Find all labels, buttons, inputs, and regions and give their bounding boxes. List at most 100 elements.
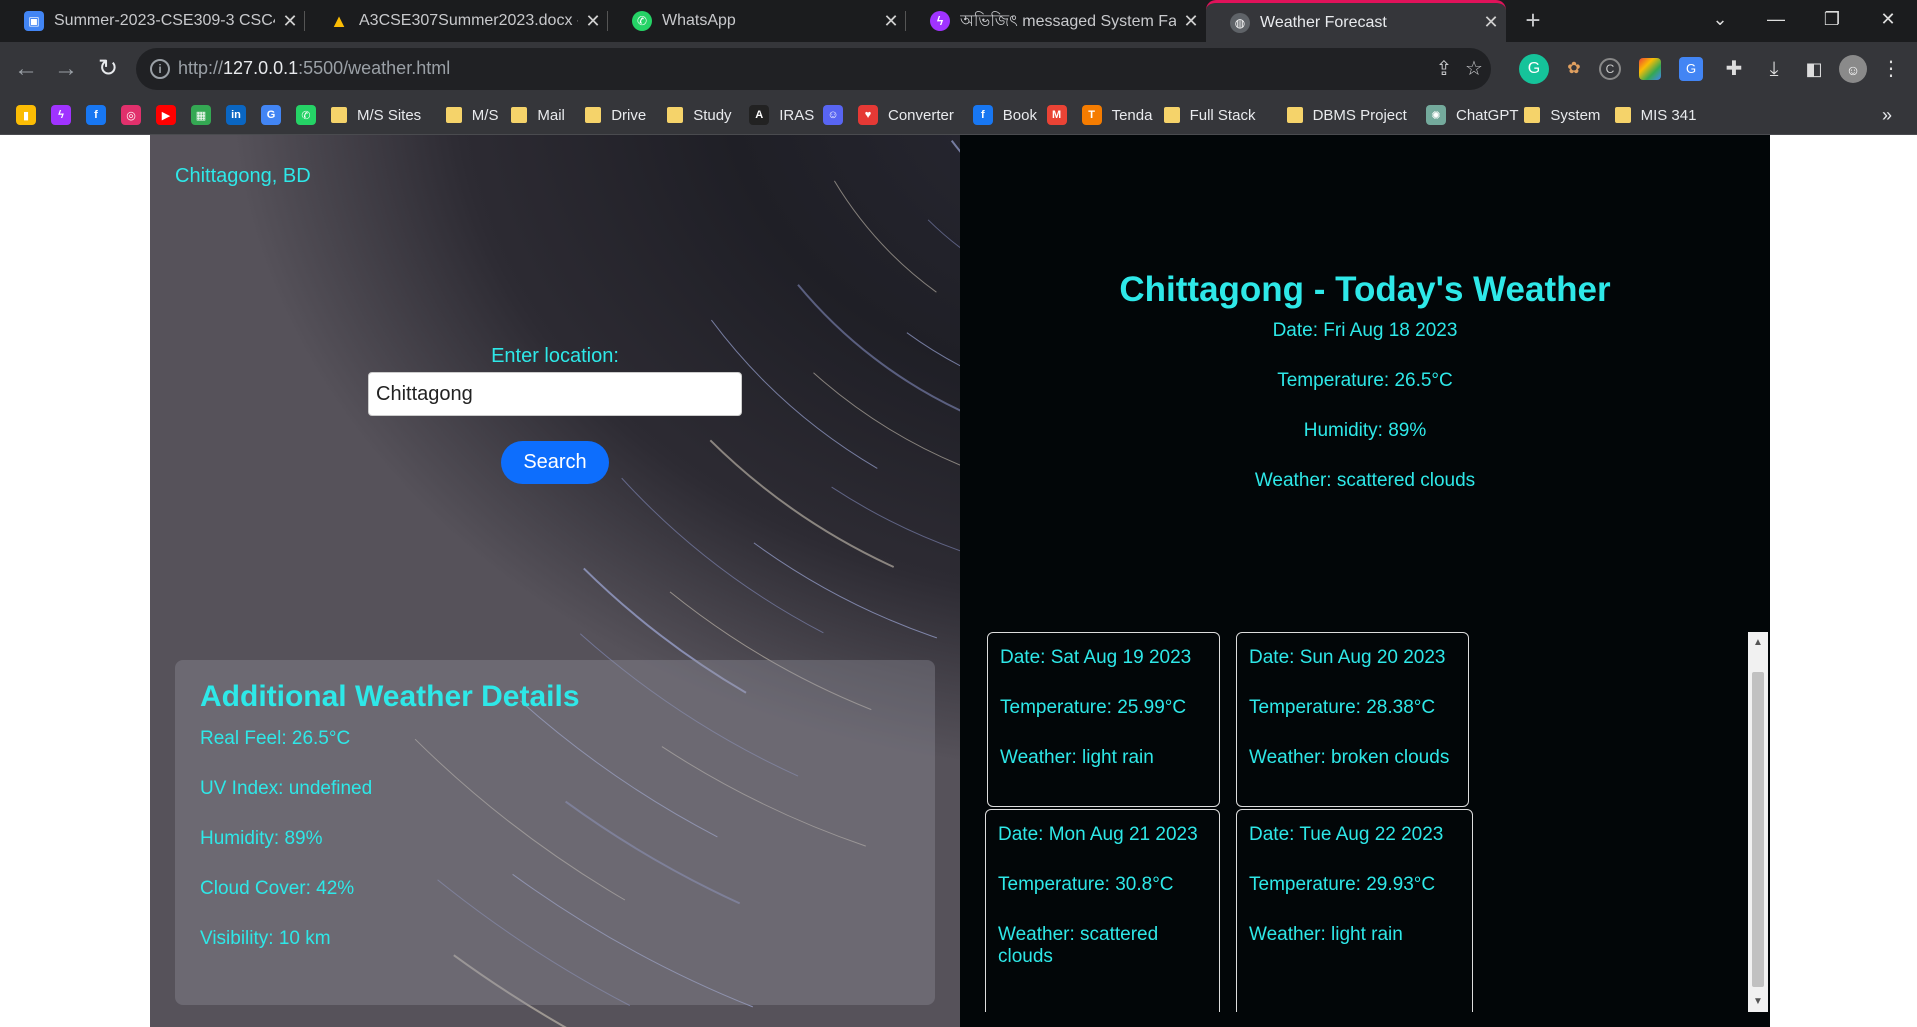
new-tab-button[interactable]: + xyxy=(1518,6,1548,36)
scrollbar-thumb[interactable] xyxy=(1752,672,1764,987)
tab-whatsapp[interactable]: ✆ WhatsApp ✕ xyxy=(608,0,906,42)
address-bar[interactable]: i http://127.0.0.1:5500/weather.html ⇪ ☆ xyxy=(136,48,1491,90)
tab-classroom[interactable]: ▣ Summer-2023-CSE309-3 CSC455 ✕ xyxy=(0,0,305,42)
forward-icon[interactable]: → xyxy=(50,54,82,86)
url-path: :5500/weather.html xyxy=(298,58,451,78)
download-icon[interactable]: ⤓ xyxy=(1759,54,1789,84)
bookmark-item[interactable]: Drive xyxy=(585,104,646,126)
forecast-temperature: Temperature: 25.99°C xyxy=(1000,697,1187,718)
translate-icon[interactable]: G xyxy=(1679,57,1703,81)
discord-icon: ☺ xyxy=(823,105,843,125)
bookmark-item[interactable]: ✺ ChatGPT xyxy=(1426,104,1519,126)
drive-icon: ▲ xyxy=(330,10,348,31)
grammarly-icon[interactable]: G xyxy=(1519,54,1549,84)
tab-search-icon[interactable]: ⌄ xyxy=(1692,0,1748,38)
star-trail xyxy=(813,372,960,466)
folder-icon xyxy=(1614,107,1631,123)
browser-window: ▣ Summer-2023-CSE309-3 CSC455 ✕ ▲ A3CSE3… xyxy=(0,0,1917,135)
bookmark-item[interactable]: ♥ Converter xyxy=(858,104,954,126)
bookmarks-overflow-icon[interactable]: » xyxy=(1882,104,1892,126)
share-icon[interactable]: ⇪ xyxy=(1431,56,1457,82)
bookmark-item[interactable]: Full Stack xyxy=(1163,104,1255,126)
bookmark-item[interactable]: ◎ xyxy=(121,104,141,126)
bookmark-item[interactable]: ϟ xyxy=(51,104,71,126)
messenger-icon: ϟ xyxy=(51,105,71,125)
bookmark-item[interactable]: MIS 341 xyxy=(1614,104,1696,126)
forecast-scrollbar[interactable]: ▲ ▼ xyxy=(1748,632,1768,1012)
reload-icon[interactable]: ↻ xyxy=(92,54,124,86)
colorpick-icon[interactable] xyxy=(1639,58,1661,80)
city-label: Chittagong, BD xyxy=(175,165,311,187)
star-trail xyxy=(709,439,895,568)
tab-title: Weather Forecast xyxy=(1260,13,1387,31)
converter-icon: ♥ xyxy=(858,105,878,125)
folder-icon xyxy=(1524,107,1541,123)
minimize-button[interactable]: — xyxy=(1748,0,1804,38)
bookmark-label: Converter xyxy=(888,106,954,124)
gmail-icon: M xyxy=(1046,105,1067,125)
bookmark-item[interactable]: ▦ xyxy=(191,104,211,126)
real-feel: Real Feel: 26.5°C xyxy=(200,728,351,749)
bookmark-label: Mail xyxy=(537,106,565,124)
star-icon[interactable]: ☆ xyxy=(1461,56,1487,82)
messenger-icon: ϟ xyxy=(930,11,950,31)
today-date: Date: Fri Aug 18 2023 xyxy=(1272,320,1458,341)
bookmark-item[interactable]: ▶ xyxy=(156,104,176,126)
bookmark-label: Drive xyxy=(611,106,647,124)
forecast-temperature: Temperature: 30.8°C xyxy=(998,874,1174,895)
bookmark-item[interactable]: f Book xyxy=(972,104,1037,126)
url-text[interactable]: http://127.0.0.1:5500/weather.html xyxy=(178,58,450,79)
info-icon[interactable]: i xyxy=(150,59,170,79)
tab-weather-forecast[interactable]: ◍ Weather Forecast ✕ xyxy=(1206,0,1506,42)
bookmark-item[interactable]: M/S xyxy=(445,104,498,126)
close-icon[interactable]: ✕ xyxy=(876,11,906,32)
tab-messenger[interactable]: ϟ অভিজিৎ messaged System Failur ✕ xyxy=(906,0,1206,42)
bookmark-item[interactable]: M/S Sites xyxy=(331,104,421,126)
bookmark-item[interactable]: A IRAS xyxy=(749,104,814,126)
bookmark-item[interactable]: f xyxy=(86,104,106,126)
bookmark-item[interactable]: ▮ xyxy=(16,104,36,126)
close-window-button[interactable]: ✕ xyxy=(1860,0,1916,38)
tab-docx[interactable]: ▲ A3CSE307Summer2023.docx - Go ✕ xyxy=(305,0,608,42)
folder-icon xyxy=(667,107,684,123)
scroll-up-icon[interactable]: ▲ xyxy=(1748,634,1768,651)
bookmark-item[interactable]: Mail xyxy=(511,104,565,126)
bookmark-item[interactable]: in xyxy=(226,104,246,126)
close-icon[interactable]: ✕ xyxy=(1476,12,1506,33)
photos-icon: ▦ xyxy=(191,105,211,125)
close-icon[interactable]: ✕ xyxy=(1176,11,1206,32)
close-icon[interactable]: ✕ xyxy=(275,11,305,32)
tenda-icon: T xyxy=(1081,105,1102,125)
bookmark-item[interactable]: T Tenda xyxy=(1081,104,1152,126)
bookmark-item[interactable]: DBMS Project xyxy=(1286,104,1407,126)
right-panel: Chittagong - Today's Weather Date: Fri A… xyxy=(960,135,1770,1027)
bookmark-item[interactable]: G xyxy=(261,104,281,126)
forecast-date: Date: Mon Aug 21 2023 xyxy=(998,824,1198,845)
bookmark-item[interactable]: M xyxy=(1046,104,1067,126)
bookmark-item[interactable]: ☺ xyxy=(823,104,843,126)
extension-c-icon[interactable]: C xyxy=(1599,58,1621,80)
bookmark-item[interactable]: ✆ xyxy=(296,104,316,126)
menu-icon[interactable]: ⋮ xyxy=(1876,54,1906,84)
location-input[interactable] xyxy=(368,372,742,416)
forecast-list[interactable]: Date: Sat Aug 19 2023 Temperature: 25.99… xyxy=(985,632,1768,1012)
browser-toolbar: ← → ↻ i http://127.0.0.1:5500/weather.ht… xyxy=(0,42,1917,96)
bookmark-label: ChatGPT xyxy=(1456,106,1519,124)
cookie-icon[interactable]: ✿ xyxy=(1559,54,1589,84)
iras-icon: A xyxy=(749,105,770,125)
bookmark-item[interactable]: System xyxy=(1524,104,1600,126)
bookmark-label: M/S Sites xyxy=(357,106,422,124)
bookmark-item[interactable]: Study xyxy=(667,104,732,126)
puzzle-icon[interactable]: ✚ xyxy=(1719,54,1749,84)
location-label: Enter location: xyxy=(491,345,619,367)
folder-icon xyxy=(1286,107,1303,123)
keep-icon: ▮ xyxy=(16,105,36,125)
close-icon[interactable]: ✕ xyxy=(578,11,608,32)
search-button[interactable]: Search xyxy=(501,441,609,484)
restore-button[interactable]: ❐ xyxy=(1804,0,1860,38)
sidepanel-icon[interactable]: ◧ xyxy=(1799,54,1829,84)
back-icon[interactable]: ← xyxy=(10,54,42,86)
avatar[interactable]: ☺ xyxy=(1839,55,1867,83)
scroll-down-icon[interactable]: ▼ xyxy=(1748,993,1768,1010)
details-humidity: Humidity: 89% xyxy=(200,828,323,849)
